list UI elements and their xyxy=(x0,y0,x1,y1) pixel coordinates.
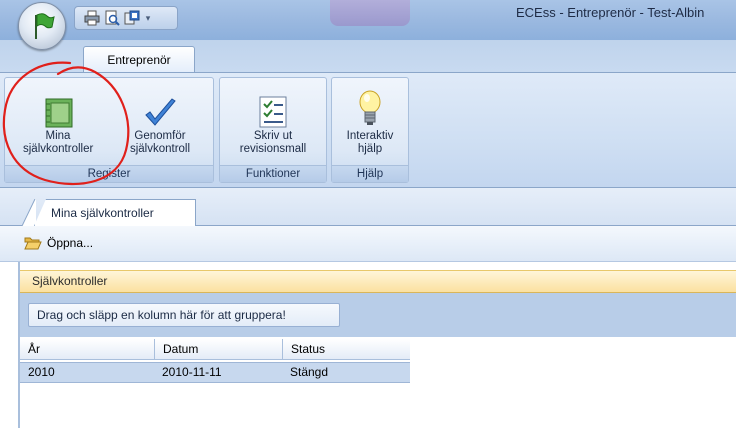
mina-sjalvkontroller-button[interactable]: Mina självkontroller xyxy=(7,82,109,156)
lightbulb-icon xyxy=(359,90,381,125)
quick-access-toolbar: ▾ xyxy=(74,6,178,30)
genomfor-sjalvkontroll-button[interactable]: Genomför självkontroll xyxy=(109,82,211,156)
window-title: ECEss - Entreprenör - Test-Albin xyxy=(516,5,705,20)
printer-icon xyxy=(84,10,100,26)
folder-open-icon xyxy=(24,237,42,250)
skriv-ut-revisionsmall-label: Skriv ut revisionsmall xyxy=(239,130,307,155)
group-label-register: Register xyxy=(5,165,213,182)
ribbon-group-funktioner: Skriv ut revisionsmall Funktioner xyxy=(219,77,327,183)
column-header-datum[interactable]: Datum xyxy=(154,339,282,359)
skriv-ut-revisionsmall-button[interactable]: Skriv ut revisionsmall xyxy=(222,82,324,156)
flag-icon xyxy=(35,13,55,39)
customize-toolbar-dropdown[interactable]: ▾ xyxy=(143,9,153,27)
interaktiv-hjalp-button[interactable]: Interaktiv hjälp xyxy=(334,82,406,156)
open-label: Öppna... xyxy=(47,236,94,250)
cell-ar: 2010 xyxy=(28,365,55,379)
column-header-ar[interactable]: År xyxy=(20,339,154,359)
document-tab-edge xyxy=(22,199,36,226)
group-label-hjalp: Hjälp xyxy=(332,165,408,182)
tab-entreprenor[interactable]: Entreprenör xyxy=(83,46,195,72)
print-preview-icon xyxy=(105,10,120,26)
titlebar-highlight xyxy=(330,0,410,26)
group-label-funktioner: Funktioner xyxy=(220,165,326,182)
genomfor-sjalvkontroll-label: Genomför självkontroll xyxy=(129,130,191,155)
ribbon: Mina självkontroller Genomför självkontr… xyxy=(0,72,736,188)
mina-sjalvkontroller-label: Mina självkontroller xyxy=(23,130,94,155)
panel-title: Självkontroller xyxy=(20,270,736,293)
print-setup-button[interactable] xyxy=(123,9,141,27)
document-tab-mina-sjalvkontroller[interactable]: Mina självkontroller xyxy=(34,199,196,226)
checkmark-icon xyxy=(145,98,176,126)
application-menu-button[interactable] xyxy=(18,2,66,50)
print-button[interactable] xyxy=(83,9,101,27)
table-row[interactable]: 2010 2010-11-11 Stängd xyxy=(20,362,410,383)
cell-status: Stängd xyxy=(290,365,329,379)
checklist-icon xyxy=(259,96,287,128)
green-book-icon xyxy=(45,98,73,128)
document-toolbar: Öppna... xyxy=(0,226,736,262)
interaktiv-hjalp-label: Interaktiv hjälp xyxy=(346,130,394,155)
group-by-hint: Drag och släpp en kolumn här för att gru… xyxy=(28,303,340,327)
page-setup-icon xyxy=(124,10,140,25)
column-header-status[interactable]: Status xyxy=(282,339,410,359)
print-preview-button[interactable] xyxy=(103,9,121,27)
ribbon-group-hjalp: Interaktiv hjälp Hjälp xyxy=(331,77,409,183)
grid-header: År Datum Status xyxy=(20,339,410,360)
open-button[interactable]: Öppna... xyxy=(24,236,93,250)
ribbon-group-register: Mina självkontroller Genomför självkontr… xyxy=(4,77,214,183)
cell-datum: 2010-11-11 xyxy=(162,365,222,379)
